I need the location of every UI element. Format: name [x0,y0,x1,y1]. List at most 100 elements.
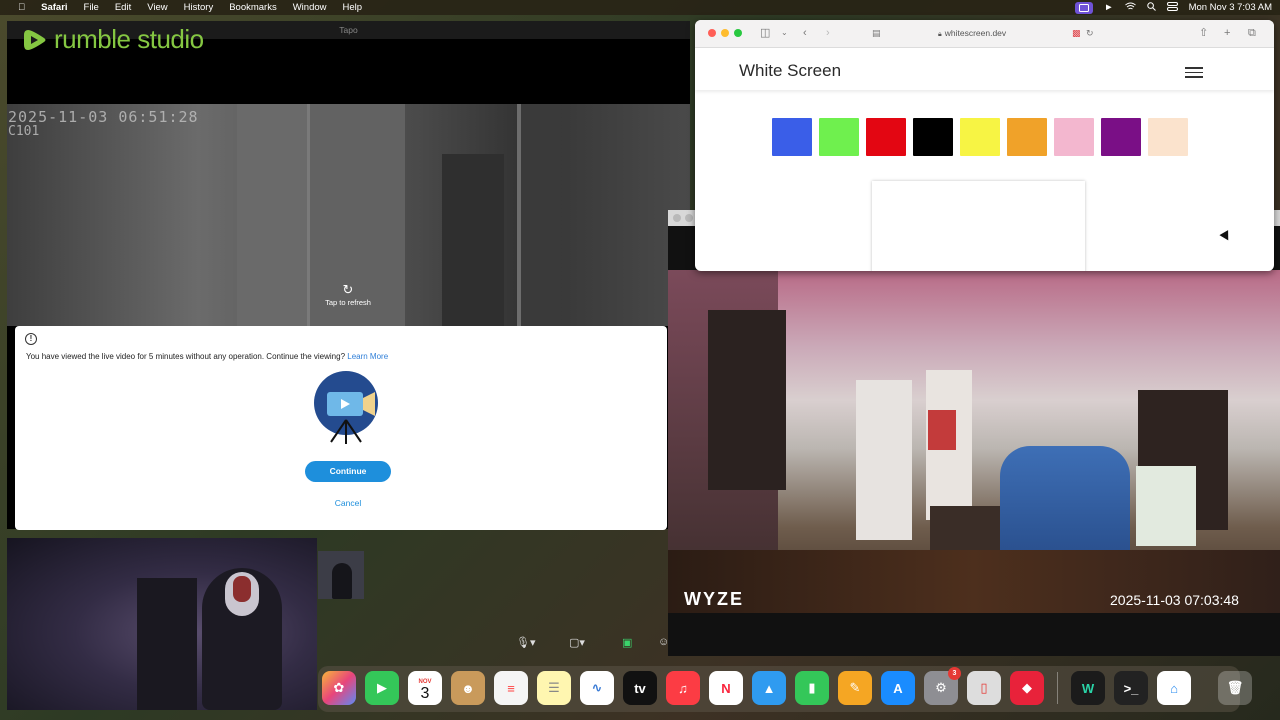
safari-close-button[interactable] [708,29,716,37]
microphone-icon[interactable]: 🎙︎▾ [516,636,536,649]
reminders-icon[interactable]: ≡ [494,671,528,705]
page-title[interactable]: White Screen [739,61,841,81]
webcam-preview [7,538,317,710]
forward-icon[interactable]: › [826,26,830,40]
tapo-camera-id: C101 [8,124,40,139]
video-camera-icon[interactable]: ▢▾ [569,636,585,649]
color-swatch-2[interactable] [819,118,859,156]
menu-window[interactable]: Window [285,0,335,15]
trash-icon[interactable]: 🗑︎ [1218,671,1252,705]
rumble-studio-logo: rumble studio [22,24,204,55]
feed-doorway [442,154,504,326]
color-swatch-5[interactable] [960,118,1000,156]
white-screen-preview[interactable] [872,181,1085,271]
tab-overview-icon[interactable]: ⧉ [1248,26,1256,40]
safari-minimize-button[interactable] [721,29,729,37]
menu-help[interactable]: Help [335,0,371,15]
address-bar[interactable]: 🔒︎ whitescreen.dev [938,28,1006,39]
wyze-minimize-button[interactable] [685,214,693,222]
photos-icon[interactable]: ✿ [322,671,356,705]
sidebar-icon[interactable]: ◫ [760,26,770,40]
webcam-shelf [137,578,197,710]
room-poster [928,410,956,450]
audio-icon[interactable]: ► [1104,2,1113,13]
menu-file[interactable]: File [76,0,107,15]
tapo-app-icon[interactable]: ⌂ [1157,671,1191,705]
music-icon[interactable]: ♫ [666,671,700,705]
wyze-timestamp: 2025-11-03 07:03:48 [1110,592,1239,608]
safari-zoom-button[interactable] [734,29,742,37]
room-table [930,506,1000,556]
control-center-icon[interactable] [1166,1,1178,14]
chevron-down-icon[interactable]: ⌄ [781,26,788,40]
secondary-preview-thumbnail[interactable] [318,551,364,599]
url-text: whitescreen.dev [944,28,1007,38]
rumble-brand: rumble [54,24,131,54]
share-icon[interactable]: ⇧ [1199,26,1208,40]
app-store-icon[interactable]: A [881,671,915,705]
screen-share-icon[interactable]: ▣ [622,636,632,649]
freeform-icon[interactable]: ∿ [580,671,614,705]
menu-edit[interactable]: Edit [107,0,139,15]
menu-view[interactable]: View [139,0,175,15]
dock-separator [1057,672,1058,704]
back-icon[interactable]: ‹ [803,26,807,40]
menu-history[interactable]: History [176,0,222,15]
color-swatch-6[interactable] [1007,118,1047,156]
menu-app-name[interactable]: Safari [33,0,75,15]
tap-to-refresh[interactable]: ↻ Tap to refresh [318,282,378,307]
new-tab-icon[interactable]: + [1224,26,1230,40]
safari-window: ◫ ⌄ ‹ › ▤ 🔒︎ whitescreen.dev ▩ ↻ ⇧ + ⧉ Wh… [695,20,1274,271]
apple-tv-icon[interactable]: tv [623,671,657,705]
keynote-icon[interactable]: ▲ [752,671,786,705]
screen-recording-icon[interactable] [1075,1,1094,14]
system-settings-icon[interactable]: ⚙ 3 [924,667,961,705]
menu-bookmarks[interactable]: Bookmarks [221,0,285,15]
pages-icon[interactable]: ✎ [838,671,872,705]
feed-frame [517,104,561,326]
camera-illustration-icon [314,371,378,444]
cancel-button[interactable]: Cancel [315,498,381,508]
inactivity-message: You have viewed the live video for 5 min… [26,352,388,361]
camera-active-icon[interactable]: ▩ [1072,26,1081,40]
wifi-icon[interactable] [1124,2,1136,14]
wyze-app-icon[interactable]: W [1071,671,1105,705]
page-header: White Screen [695,48,1274,90]
numbers-icon[interactable]: ▮ [795,671,829,705]
refresh-label: Tap to refresh [325,298,371,307]
apple-menu-icon[interactable]:  [10,0,33,15]
info-icon: ! [25,333,37,345]
iphone-mirroring-icon[interactable]: ▯ [967,671,1001,705]
notes-icon[interactable]: ☰ [537,671,571,705]
color-swatch-3[interactable] [866,118,906,156]
news-icon[interactable]: N [709,671,743,705]
color-swatch-4[interactable] [913,118,953,156]
apple-tv-label: tv [634,680,646,696]
clock[interactable]: Mon Nov 3 7:03 AM [1189,2,1272,13]
anydesk-icon[interactable]: ◆ [1010,671,1044,705]
room-fridge [856,380,912,540]
learn-more-link[interactable]: Learn More [347,352,388,361]
feed-curtain [237,104,307,326]
color-swatch-1[interactable] [772,118,812,156]
page-menu-icon[interactable]: ▤ [872,26,881,40]
thumbnail-person [332,563,352,599]
calendar-icon[interactable]: NOV 3 [408,671,442,705]
wyze-logo: WYZE [684,589,744,609]
search-icon[interactable] [1146,1,1156,14]
contacts-icon[interactable]: ☻ [451,671,485,705]
lock-icon: 🔒︎ [938,31,942,38]
color-swatch-7[interactable] [1054,118,1094,156]
continue-button[interactable]: Continue [305,461,391,482]
reload-icon[interactable]: ↻ [1086,26,1094,40]
facetime-icon[interactable]: ▶ [365,671,399,705]
hamburger-menu-icon[interactable] [1185,67,1203,78]
wyze-camera-feed[interactable] [668,270,1280,613]
safari-toolbar: ◫ ⌄ ‹ › ▤ 🔒︎ whitescreen.dev ▩ ↻ ⇧ + ⧉ [695,20,1274,48]
color-swatch-9[interactable] [1148,118,1188,156]
color-swatch-8[interactable] [1101,118,1141,156]
wyze-close-button[interactable] [673,214,681,222]
rumble-wordmark: rumble studio [54,24,204,55]
room-shelf [708,310,786,490]
terminal-icon[interactable]: >_ [1114,671,1148,705]
